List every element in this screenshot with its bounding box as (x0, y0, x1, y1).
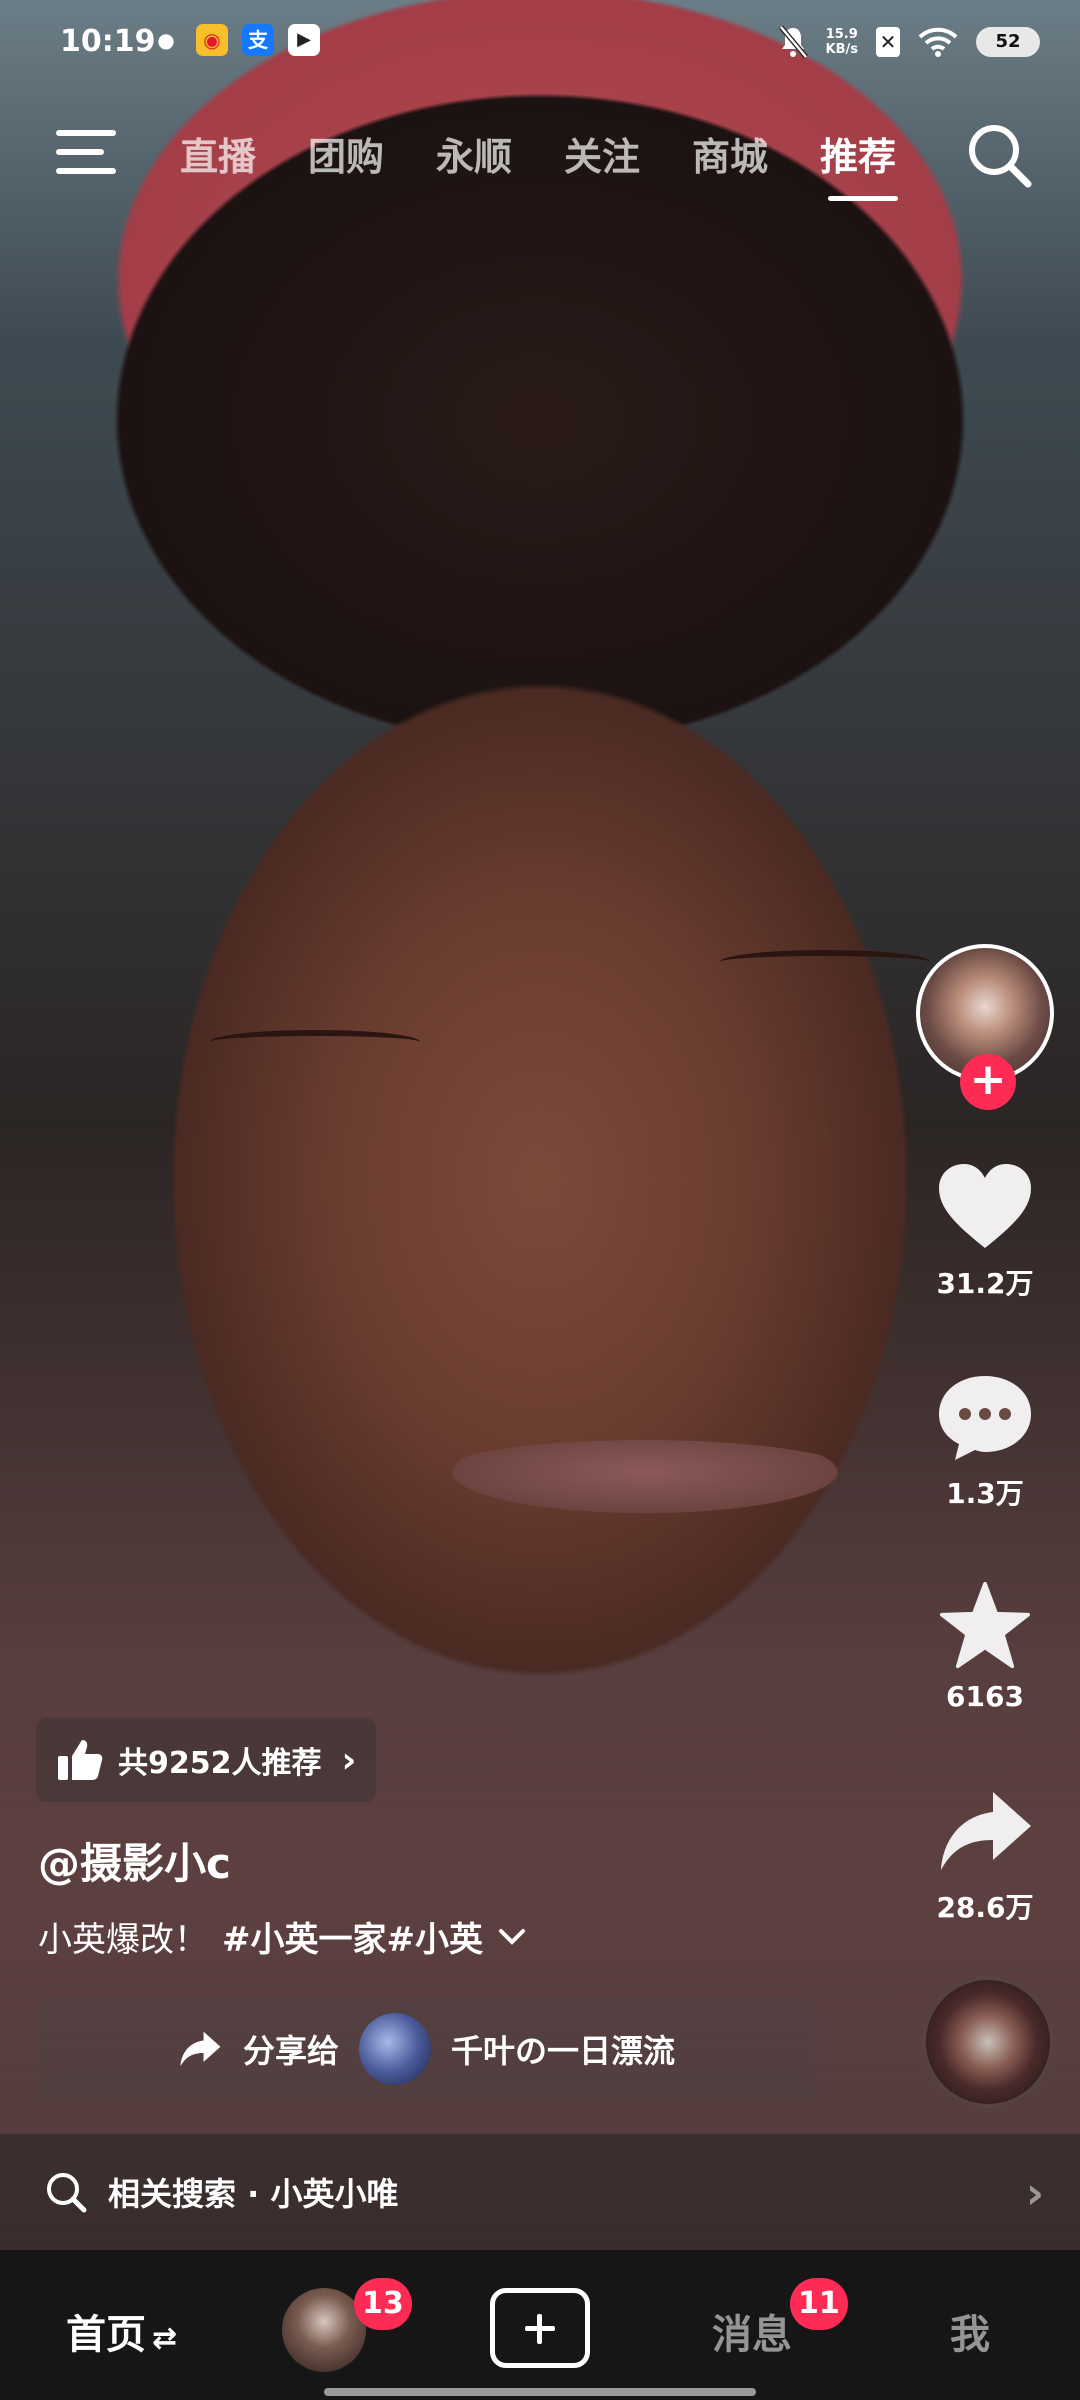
share-arrow-icon (180, 2031, 221, 2067)
chevron-right-icon: › (341, 1739, 357, 1781)
tab-home-label: 首页 (66, 2312, 146, 2358)
share-prefix: 分享给 (242, 2032, 339, 2070)
network-speed-unit: KB/s (825, 42, 858, 57)
video-frame-detail (720, 950, 930, 974)
messages-badge: 11 (790, 2278, 848, 2330)
status-right-group: 15.9 KB/s ✕ 52 (778, 20, 1040, 64)
related-search-text: 相关搜索 · 小英小唯 (108, 2175, 399, 2213)
bottom-tab-bar: 首页 ⇄ 13 消息 11 我 (0, 2250, 1080, 2400)
comment-count: 1.3万 (946, 1477, 1024, 1510)
share-button[interactable]: 28.6万 (910, 1786, 1060, 1926)
weibo-icon: ◉ (196, 24, 228, 56)
thumbs-up-icon (58, 1740, 103, 1780)
alipay-icon: 支 (242, 24, 274, 56)
tab-home[interactable]: 首页 ⇄ (66, 2302, 177, 2360)
share-count: 28.6万 (936, 1891, 1034, 1924)
search-icon[interactable] (964, 120, 1034, 190)
network-speed-value: 15.9 (825, 27, 858, 42)
top-tabs: 直播 团购 永顺 关注 商城 推荐 (180, 126, 948, 201)
status-time: 10:19 (60, 24, 156, 59)
friend-avatar (359, 2013, 431, 2085)
like-count: 31.2万 (936, 1267, 1034, 1300)
chevron-down-icon[interactable] (497, 1927, 527, 1947)
tab-local[interactable]: 永顺 (436, 126, 564, 181)
chevron-right-icon: › (1025, 2168, 1044, 2219)
comment-icon (939, 1376, 1031, 1460)
tab-following[interactable]: 关注 (564, 126, 692, 181)
tab-messages[interactable]: 消息 (712, 2302, 792, 2360)
recommend-text: 共9252人推荐 (118, 1746, 322, 1781)
comment-button[interactable]: 1.3万 (910, 1372, 1060, 1512)
mute-bell-icon (778, 25, 808, 59)
favorite-button[interactable]: 6163 (910, 1580, 1060, 1713)
tab-live[interactable]: 直播 (180, 126, 308, 181)
friends-badge: 13 (354, 2278, 412, 2330)
network-speed: 15.9 KB/s (826, 27, 858, 57)
video-frame-detail (420, 1440, 870, 1520)
star-icon (940, 1581, 1030, 1669)
author-name[interactable]: @摄影小c (38, 1830, 231, 1891)
tab-group-buy[interactable]: 团购 (308, 126, 436, 181)
video-caption: 小英爆改！ #小英一家#小英 (38, 1912, 527, 1961)
search-icon (47, 2173, 87, 2213)
share-to-friend-bar[interactable]: 分享给 千叶の一日漂流 (38, 1996, 814, 2102)
wifi-icon (918, 27, 958, 57)
video-icon: ▶ (288, 24, 320, 56)
sim-off-icon: ✕ (876, 27, 900, 57)
follow-button[interactable]: + (960, 1054, 1016, 1110)
share-target-name: 千叶の一日漂流 (451, 2032, 676, 2070)
tab-mall[interactable]: 商城 (692, 126, 820, 181)
recommend-pill[interactable]: 共9252人推荐 › (36, 1718, 377, 1802)
share-arrow-icon (941, 1792, 1031, 1870)
music-disc-icon[interactable] (922, 1976, 1054, 2108)
heart-icon (939, 1164, 1031, 1248)
like-button[interactable]: 31.2万 (910, 1162, 1060, 1302)
tab-recommended[interactable]: 推荐 (820, 126, 948, 201)
battery-indicator: 52 (976, 27, 1040, 57)
home-indicator[interactable] (324, 2388, 756, 2396)
favorite-count: 6163 (946, 1680, 1024, 1713)
video-frame-detail (210, 1030, 420, 1054)
switch-arrows-icon: ⇄ (152, 2321, 178, 2356)
tab-me[interactable]: 我 (950, 2302, 990, 2360)
related-search-bar[interactable]: 相关搜索 · 小英小唯 › (0, 2134, 1080, 2250)
status-bar: 10:19 ● ◉ 支 ▶ 15.9 KB/s ✕ 52 (0, 0, 1080, 84)
caption-text: 小英爆改！ (38, 1920, 208, 1960)
menu-icon[interactable] (56, 130, 116, 174)
create-post-button[interactable] (490, 2288, 590, 2368)
wechat-icon: ● (157, 28, 175, 52)
caption-hashtags[interactable]: #小英一家#小英 (222, 1912, 483, 1961)
